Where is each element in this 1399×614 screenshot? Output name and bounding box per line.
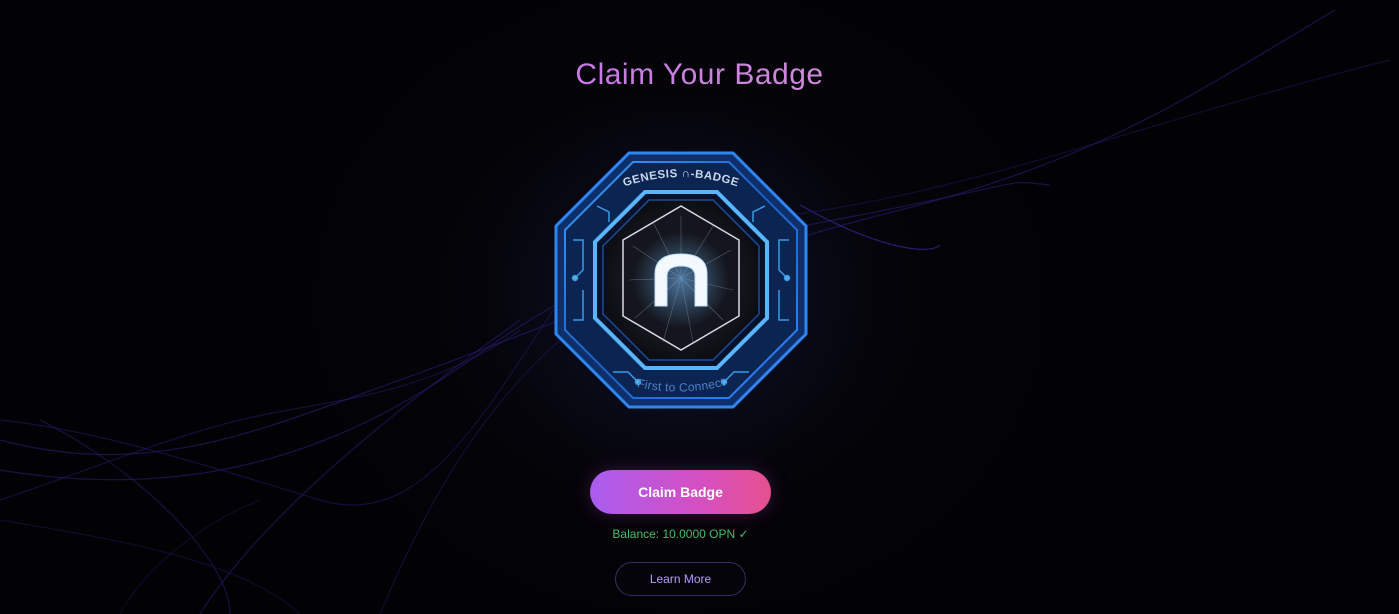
claim-badge-button[interactable]: Claim Badge (590, 470, 771, 514)
badge-graphic: GENESIS ∩-BADGE First to Connect (554, 151, 808, 409)
balance-status: Balance: 10.0000 OPN ✓ (612, 527, 749, 541)
badge-claim-page: Claim Your Badge GENESIS ∩-BADGE First t… (0, 0, 1399, 614)
page-title: Claim Your Badge (0, 58, 1399, 92)
learn-more-button[interactable]: Learn More (615, 562, 746, 596)
genesis-badge: GENESIS ∩-BADGE First to Connect (553, 150, 809, 410)
